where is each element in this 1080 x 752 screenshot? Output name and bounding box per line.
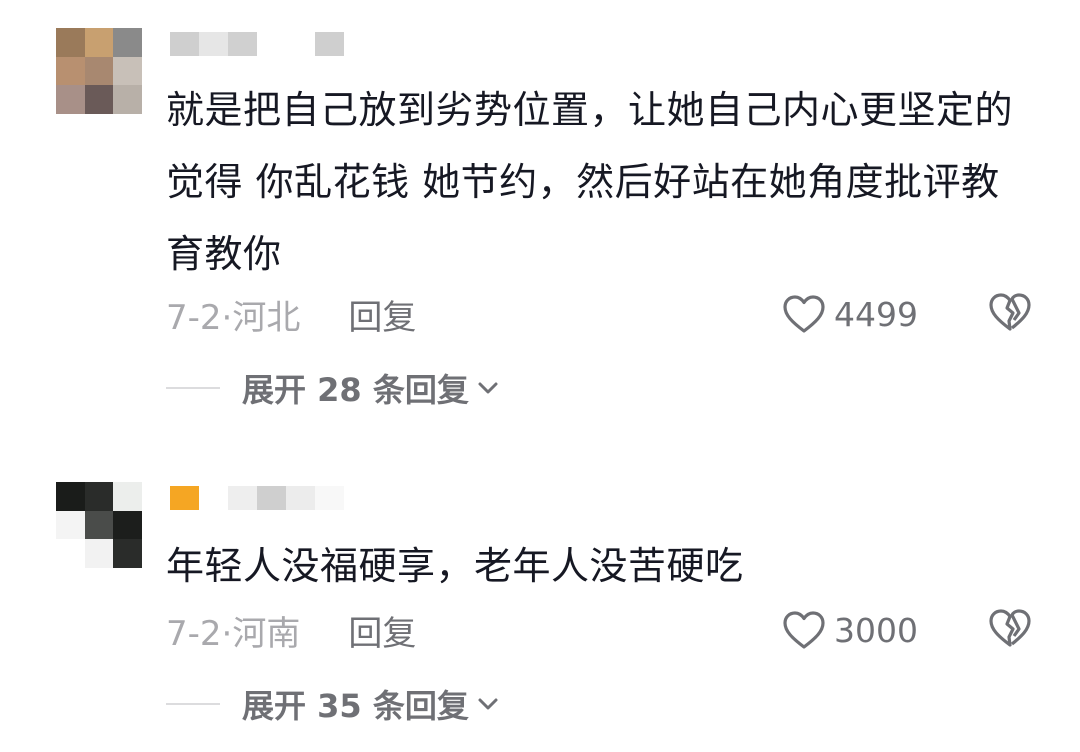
avatar-pixel bbox=[84, 510, 114, 540]
username-blurred[interactable] bbox=[170, 30, 344, 58]
avatar-pixel bbox=[56, 28, 85, 57]
username-pixel bbox=[286, 486, 315, 510]
broken-heart-icon bbox=[989, 293, 1031, 331]
expand-replies-label: 展开 35 条回复 bbox=[242, 687, 469, 725]
avatar-pixel bbox=[113, 28, 142, 57]
broken-heart-icon bbox=[989, 609, 1031, 647]
date-location: 7-2·河北 bbox=[166, 297, 301, 338]
username-pixel bbox=[228, 32, 257, 56]
avatar-pixel bbox=[113, 539, 142, 568]
username-pixel bbox=[228, 486, 257, 510]
comment-text: 年轻人没福硬享，老年人没苦硬吃 bbox=[166, 544, 744, 588]
avatar-pixel bbox=[56, 482, 85, 511]
avatar-pixel bbox=[113, 510, 142, 540]
like-button[interactable]: 3000 bbox=[782, 608, 918, 652]
reply-button[interactable]: 回复 bbox=[348, 606, 416, 655]
chevron-down-icon bbox=[478, 382, 498, 394]
like-count: 3000 bbox=[834, 610, 918, 650]
avatar[interactable] bbox=[56, 482, 142, 568]
expand-replies-button[interactable]: 展开 28 条回复 bbox=[166, 368, 499, 409]
username-blurred[interactable] bbox=[170, 484, 344, 512]
reply-button[interactable]: 回复 bbox=[348, 290, 416, 339]
avatar-pixel bbox=[113, 56, 142, 86]
avatar-pixel bbox=[84, 539, 114, 568]
divider-line bbox=[166, 387, 220, 389]
username-pixel bbox=[170, 486, 199, 510]
username-pixel bbox=[170, 32, 199, 56]
heart-outline-icon bbox=[783, 295, 825, 333]
avatar-pixel bbox=[84, 85, 114, 114]
username-pixel bbox=[257, 486, 286, 510]
username-pixel bbox=[315, 486, 344, 510]
comment-text: 就是把自己放到劣势位置，让她自己内心更坚定的觉得 你乱花钱 她节约，然后好站在她… bbox=[166, 88, 1014, 276]
like-count: 4499 bbox=[834, 294, 918, 334]
avatar-pixel bbox=[84, 482, 114, 511]
expand-replies-button[interactable]: 展开 35 条回复 bbox=[166, 684, 499, 725]
date-location: 7-2·河南 bbox=[166, 613, 301, 654]
avatar-pixel bbox=[56, 539, 85, 568]
avatar-pixel bbox=[113, 85, 142, 114]
comment-meta: 7-2·河北 回复 bbox=[166, 290, 416, 339]
username-pixel bbox=[199, 486, 228, 510]
username-pixel bbox=[257, 32, 286, 56]
dislike-button[interactable] bbox=[988, 292, 1032, 336]
avatar-pixel bbox=[84, 28, 114, 57]
divider-line bbox=[166, 703, 220, 705]
avatar-pixel bbox=[113, 482, 142, 511]
comment-meta: 7-2·河南 回复 bbox=[166, 606, 416, 655]
like-button[interactable]: 4499 bbox=[782, 292, 918, 336]
avatar-pixel bbox=[84, 56, 114, 86]
avatar[interactable] bbox=[56, 28, 142, 114]
heart-outline-icon bbox=[783, 611, 825, 649]
dislike-button[interactable] bbox=[988, 608, 1032, 652]
avatar-pixel bbox=[56, 510, 85, 540]
expand-replies-label: 展开 28 条回复 bbox=[242, 371, 469, 409]
avatar-pixel bbox=[56, 85, 85, 114]
username-pixel bbox=[286, 32, 315, 56]
avatar-pixel bbox=[56, 56, 85, 86]
chevron-down-icon bbox=[478, 698, 498, 710]
username-pixel bbox=[315, 32, 344, 56]
username-pixel bbox=[199, 32, 228, 56]
